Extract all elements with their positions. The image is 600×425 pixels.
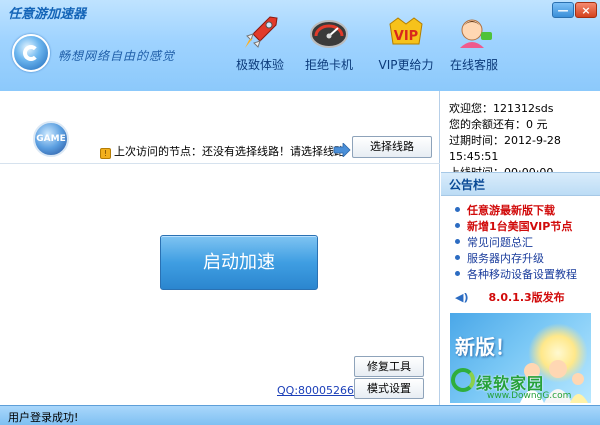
nav-vip[interactable]: VIP VIP更给力 bbox=[374, 14, 438, 74]
minimize-button[interactable]: — bbox=[552, 2, 574, 18]
nav-label: 在线客服 bbox=[449, 58, 498, 72]
version-notice[interactable]: ◀) 8.0.1.3版发布 bbox=[455, 289, 565, 305]
rocket-icon bbox=[245, 16, 278, 49]
game-icon: GAME bbox=[33, 121, 69, 157]
start-acceleration-button[interactable]: 启动加速 bbox=[160, 235, 318, 290]
nav-extreme-experience[interactable]: 极致体验 bbox=[228, 14, 292, 74]
arrow-right-icon bbox=[333, 143, 351, 157]
bullet-icon bbox=[455, 207, 460, 212]
welcome-text: 欢迎您：121312sds bbox=[449, 102, 554, 115]
bullet-icon bbox=[455, 271, 460, 276]
divider bbox=[0, 163, 440, 164]
nav-label: VIP更给力 bbox=[378, 58, 434, 72]
speedometer-icon bbox=[310, 20, 348, 48]
notice-list: 任意游最新版下载 新增1台美国VIP节点 常见问题总汇 服务器内存升级 各种移动… bbox=[449, 203, 599, 283]
select-line-button[interactable]: 选择线路 bbox=[352, 136, 432, 158]
main-panel: GAME ! 上次访问的节点：还没有选择线路！请选择线路 选择线路 启动加速 QQ… bbox=[0, 91, 440, 405]
watermark-url: www.DowngG.com bbox=[487, 391, 572, 401]
last-node-row: ! 上次访问的节点：还没有选择线路！请选择线路 bbox=[100, 143, 345, 161]
notice-item[interactable]: 常见问题总汇 bbox=[449, 235, 599, 251]
bullet-icon bbox=[455, 255, 460, 260]
nav-online-service[interactable]: 在线客服 bbox=[442, 14, 506, 74]
notice-item[interactable]: 各种移动设备设置教程 bbox=[449, 267, 599, 283]
notice-item[interactable]: 新增1台美国VIP节点 bbox=[449, 219, 599, 235]
node-status: 还没有选择线路！ bbox=[202, 145, 290, 158]
nav-label: 拒绝卡机 bbox=[304, 58, 353, 72]
info-icon: ! bbox=[100, 148, 111, 159]
speaker-icon: ◀) bbox=[455, 291, 469, 304]
balance-text: 您的余额还有：0 元 bbox=[449, 118, 548, 131]
node-label: 上次访问的节点： bbox=[114, 145, 202, 158]
watermark-logo-icon bbox=[451, 368, 475, 392]
expire-text: 过期时间：2012-9-28 15:45:51 bbox=[449, 134, 561, 163]
svg-text:VIP: VIP bbox=[394, 29, 418, 44]
nav-label: 极致体验 bbox=[235, 58, 284, 72]
close-button[interactable]: × bbox=[575, 2, 597, 18]
notice-item[interactable]: 服务器内存升级 bbox=[449, 251, 599, 267]
notice-board-title: 公告栏 bbox=[441, 172, 600, 196]
nav-no-lag[interactable]: 拒绝卡机 bbox=[297, 14, 361, 74]
app-logo-icon bbox=[12, 34, 50, 72]
status-text: 用户登录成功! bbox=[8, 411, 79, 424]
app-title: 任意游加速器 bbox=[8, 7, 87, 22]
vip-icon: VIP bbox=[389, 17, 423, 45]
ad-headline: 新版！ bbox=[455, 335, 515, 359]
bullet-icon bbox=[455, 223, 460, 228]
qq-link[interactable]: QQ:800052665 bbox=[277, 384, 361, 397]
repair-tool-button[interactable]: 修复工具 bbox=[354, 356, 424, 377]
status-bar: 用户登录成功! bbox=[0, 405, 600, 425]
notice-item[interactable]: 任意游最新版下载 bbox=[449, 203, 599, 219]
header-bar: 任意游加速器 — × 畅想网络自由的感觉 极致体验 拒绝卡机 VIP VIP更给… bbox=[0, 0, 600, 91]
watermark: 绿软家园 www.DowngG.com bbox=[443, 360, 600, 405]
side-panel: 欢迎您：121312sds 您的余额还有：0 元 过期时间：2012-9-28 … bbox=[441, 91, 600, 405]
user-info: 欢迎您：121312sds 您的余额还有：0 元 过期时间：2012-9-28 … bbox=[449, 101, 600, 181]
customer-service-icon bbox=[460, 19, 492, 48]
bullet-icon bbox=[455, 239, 460, 244]
mode-settings-button[interactable]: 模式设置 bbox=[354, 378, 424, 399]
slogan: 畅想网络自由的感觉 bbox=[58, 49, 176, 63]
